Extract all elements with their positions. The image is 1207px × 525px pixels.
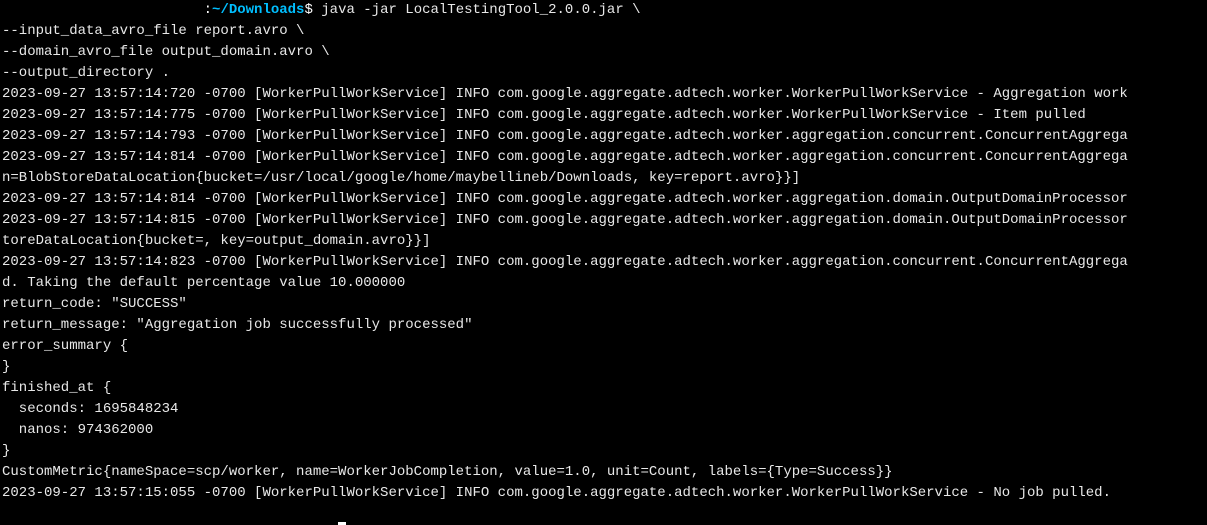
log-line: return_message: "Aggregation job success… xyxy=(2,315,1205,336)
prompt-path: ~/Downloads xyxy=(212,2,304,18)
log-line: } xyxy=(2,357,1205,378)
log-line: finished_at { xyxy=(2,378,1205,399)
log-line: 2023-09-27 13:57:14:814 -0700 [WorkerPul… xyxy=(2,189,1205,210)
log-line: 2023-09-27 13:57:15:055 -0700 [WorkerPul… xyxy=(2,483,1205,504)
log-line: seconds: 1695848234 xyxy=(2,399,1205,420)
log-line: 2023-09-27 13:57:14:720 -0700 [WorkerPul… xyxy=(2,84,1205,105)
prompt-line: :~/Downloads$ java -jar LocalTestingTool… xyxy=(2,0,1205,21)
redacted-user-host xyxy=(2,2,204,18)
command-text: java -jar LocalTestingTool_2.0.0.jar \ xyxy=(313,2,641,18)
log-line: 2023-09-27 13:57:14:815 -0700 [WorkerPul… xyxy=(2,210,1205,231)
log-line: } xyxy=(2,441,1205,462)
log-line: 2023-09-27 13:57:14:814 -0700 [WorkerPul… xyxy=(2,147,1205,168)
log-line: d. Taking the default percentage value 1… xyxy=(2,273,1205,294)
log-line: 2023-09-27 13:57:14:823 -0700 [WorkerPul… xyxy=(2,252,1205,273)
terminal-window[interactable]: :~/Downloads$ java -jar LocalTestingTool… xyxy=(0,0,1207,525)
log-line: nanos: 974362000 xyxy=(2,420,1205,441)
prompt-dollar: $ xyxy=(304,2,312,18)
log-line: 2023-09-27 13:57:14:793 -0700 [WorkerPul… xyxy=(2,126,1205,147)
command-line-3: --domain_avro_file output_domain.avro \ xyxy=(2,42,1205,63)
prompt-colon: : xyxy=(204,2,212,18)
log-line: toreDataLocation{bucket=, key=output_dom… xyxy=(2,231,1205,252)
log-line: n=BlobStoreDataLocation{bucket=/usr/loca… xyxy=(2,168,1205,189)
log-line: return_code: "SUCCESS" xyxy=(2,294,1205,315)
command-line-2: --input_data_avro_file report.avro \ xyxy=(2,21,1205,42)
command-line-4: --output_directory . xyxy=(2,63,1205,84)
log-line: error_summary { xyxy=(2,336,1205,357)
log-line: 2023-09-27 13:57:14:775 -0700 [WorkerPul… xyxy=(2,105,1205,126)
cursor-line xyxy=(2,504,1205,525)
log-line: CustomMetric{nameSpace=scp/worker, name=… xyxy=(2,462,1205,483)
